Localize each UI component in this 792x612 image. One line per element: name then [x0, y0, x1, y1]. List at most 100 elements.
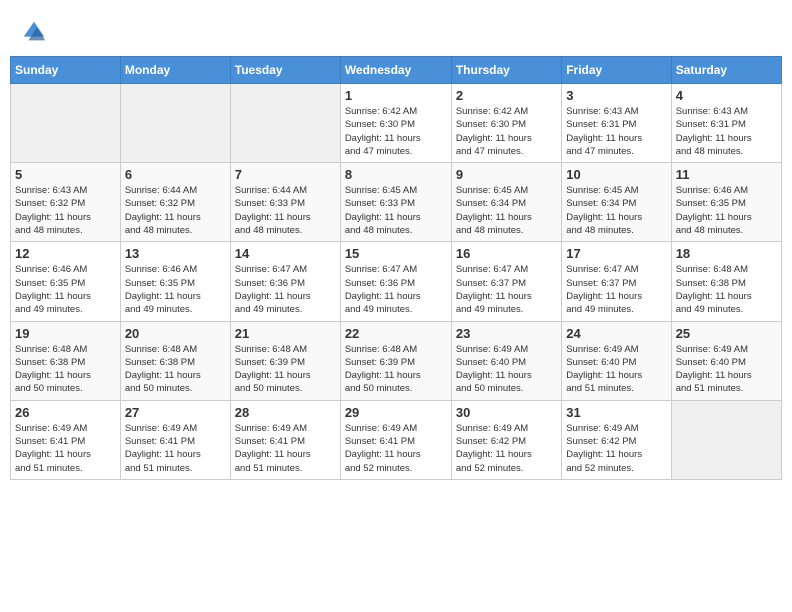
calendar-header-monday: Monday [120, 57, 230, 84]
calendar-header-thursday: Thursday [451, 57, 561, 84]
calendar-cell [11, 84, 121, 163]
calendar-header-sunday: Sunday [11, 57, 121, 84]
day-number: 27 [125, 405, 226, 420]
day-info: Sunrise: 6:47 AM Sunset: 6:37 PM Dayligh… [566, 263, 666, 316]
day-number: 2 [456, 88, 557, 103]
calendar-header-wednesday: Wednesday [340, 57, 451, 84]
calendar-cell [120, 84, 230, 163]
calendar-cell: 12 Sunrise: 6:46 AM Sunset: 6:35 PM Dayli… [11, 242, 121, 321]
calendar-cell: 22 Sunrise: 6:48 AM Sunset: 6:39 PM Dayli… [340, 321, 451, 400]
day-info: Sunrise: 6:49 AM Sunset: 6:40 PM Dayligh… [566, 343, 666, 396]
day-number: 12 [15, 246, 116, 261]
day-info: Sunrise: 6:48 AM Sunset: 6:38 PM Dayligh… [676, 263, 777, 316]
day-number: 26 [15, 405, 116, 420]
day-info: Sunrise: 6:43 AM Sunset: 6:31 PM Dayligh… [566, 105, 666, 158]
calendar-cell: 21Sunrise: 6:48 AM Sunset: 6:39 PM Dayli… [230, 321, 340, 400]
day-info: Sunrise: 6:47 AM Sunset: 6:36 PM Dayligh… [235, 263, 336, 316]
calendar-cell: 16 Sunrise: 6:47 AM Sunset: 6:37 PM Dayli… [451, 242, 561, 321]
calendar-cell: 14 Sunrise: 6:47 AM Sunset: 6:36 PM Dayli… [230, 242, 340, 321]
calendar-cell: 25Sunrise: 6:49 AM Sunset: 6:40 PM Dayli… [671, 321, 781, 400]
calendar-cell: 23 Sunrise: 6:49 AM Sunset: 6:40 PM Dayli… [451, 321, 561, 400]
day-number: 22 [345, 326, 447, 341]
calendar-cell [230, 84, 340, 163]
day-info: Sunrise: 6:49 AM Sunset: 6:41 PM Dayligh… [125, 422, 226, 475]
calendar-cell: 17 Sunrise: 6:47 AM Sunset: 6:37 PM Dayli… [562, 242, 671, 321]
day-info: Sunrise: 6:42 AM Sunset: 6:30 PM Dayligh… [456, 105, 557, 158]
day-info: Sunrise: 6:43 AM Sunset: 6:32 PM Dayligh… [15, 184, 116, 237]
day-info: Sunrise: 6:48 AM Sunset: 6:39 PM Dayligh… [235, 343, 336, 396]
calendar-cell: 26 Sunrise: 6:49 AM Sunset: 6:41 PM Dayli… [11, 400, 121, 479]
day-number: 19 [15, 326, 116, 341]
calendar-cell: 1 Sunrise: 6:42 AM Sunset: 6:30 PM Daylig… [340, 84, 451, 163]
day-info: Sunrise: 6:44 AM Sunset: 6:33 PM Dayligh… [235, 184, 336, 237]
day-number: 24 [566, 326, 666, 341]
day-info: Sunrise: 6:43 AM Sunset: 6:31 PM Dayligh… [676, 105, 777, 158]
day-info: Sunrise: 6:45 AM Sunset: 6:33 PM Dayligh… [345, 184, 447, 237]
day-info: Sunrise: 6:46 AM Sunset: 6:35 PM Dayligh… [15, 263, 116, 316]
day-number: 13 [125, 246, 226, 261]
calendar-cell: 4 Sunrise: 6:43 AM Sunset: 6:31 PM Daylig… [671, 84, 781, 163]
day-number: 20 [125, 326, 226, 341]
calendar-cell: 20Sunrise: 6:48 AM Sunset: 6:38 PM Dayli… [120, 321, 230, 400]
calendar-cell: 18 Sunrise: 6:48 AM Sunset: 6:38 PM Dayli… [671, 242, 781, 321]
calendar-week-3: 19 Sunrise: 6:48 AM Sunset: 6:38 PM Dayli… [11, 321, 782, 400]
day-info: Sunrise: 6:48 AM Sunset: 6:38 PM Dayligh… [15, 343, 116, 396]
day-info: Sunrise: 6:45 AM Sunset: 6:34 PM Dayligh… [566, 184, 666, 237]
day-info: Sunrise: 6:49 AM Sunset: 6:41 PM Dayligh… [15, 422, 116, 475]
day-number: 9 [456, 167, 557, 182]
day-info: Sunrise: 6:49 AM Sunset: 6:42 PM Dayligh… [566, 422, 666, 475]
day-number: 28 [235, 405, 336, 420]
day-info: Sunrise: 6:47 AM Sunset: 6:37 PM Dayligh… [456, 263, 557, 316]
day-info: Sunrise: 6:49 AM Sunset: 6:41 PM Dayligh… [345, 422, 447, 475]
calendar-cell: 5Sunrise: 6:43 AM Sunset: 6:32 PM Daylig… [11, 163, 121, 242]
day-number: 14 [235, 246, 336, 261]
day-number: 30 [456, 405, 557, 420]
day-info: Sunrise: 6:46 AM Sunset: 6:35 PM Dayligh… [676, 184, 777, 237]
day-number: 1 [345, 88, 447, 103]
day-info: Sunrise: 6:45 AM Sunset: 6:34 PM Dayligh… [456, 184, 557, 237]
calendar-cell: 30Sunrise: 6:49 AM Sunset: 6:42 PM Dayli… [451, 400, 561, 479]
calendar-table: SundayMondayTuesdayWednesdayThursdayFrid… [10, 56, 782, 480]
calendar-week-2: 12 Sunrise: 6:46 AM Sunset: 6:35 PM Dayli… [11, 242, 782, 321]
calendar-week-1: 5Sunrise: 6:43 AM Sunset: 6:32 PM Daylig… [11, 163, 782, 242]
day-number: 4 [676, 88, 777, 103]
day-number: 10 [566, 167, 666, 182]
calendar-week-4: 26 Sunrise: 6:49 AM Sunset: 6:41 PM Dayli… [11, 400, 782, 479]
day-number: 23 [456, 326, 557, 341]
calendar-cell: 6 Sunrise: 6:44 AM Sunset: 6:32 PM Daylig… [120, 163, 230, 242]
day-info: Sunrise: 6:46 AM Sunset: 6:35 PM Dayligh… [125, 263, 226, 316]
day-number: 31 [566, 405, 666, 420]
day-info: Sunrise: 6:44 AM Sunset: 6:32 PM Dayligh… [125, 184, 226, 237]
day-info: Sunrise: 6:49 AM Sunset: 6:40 PM Dayligh… [676, 343, 777, 396]
day-number: 17 [566, 246, 666, 261]
calendar-cell: 10 Sunrise: 6:45 AM Sunset: 6:34 PM Dayli… [562, 163, 671, 242]
day-number: 18 [676, 246, 777, 261]
calendar-header-saturday: Saturday [671, 57, 781, 84]
calendar-cell: 9 Sunrise: 6:45 AM Sunset: 6:34 PM Daylig… [451, 163, 561, 242]
day-number: 16 [456, 246, 557, 261]
calendar-cell: 15 Sunrise: 6:47 AM Sunset: 6:36 PM Dayli… [340, 242, 451, 321]
calendar-cell: 13 Sunrise: 6:46 AM Sunset: 6:35 PM Dayli… [120, 242, 230, 321]
page-header [10, 10, 782, 50]
day-number: 3 [566, 88, 666, 103]
calendar-cell: 19 Sunrise: 6:48 AM Sunset: 6:38 PM Dayli… [11, 321, 121, 400]
calendar-cell: 2 Sunrise: 6:42 AM Sunset: 6:30 PM Daylig… [451, 84, 561, 163]
calendar-cell: 8 Sunrise: 6:45 AM Sunset: 6:33 PM Daylig… [340, 163, 451, 242]
day-info: Sunrise: 6:49 AM Sunset: 6:40 PM Dayligh… [456, 343, 557, 396]
day-number: 15 [345, 246, 447, 261]
day-info: Sunrise: 6:42 AM Sunset: 6:30 PM Dayligh… [345, 105, 447, 158]
day-number: 29 [345, 405, 447, 420]
day-info: Sunrise: 6:47 AM Sunset: 6:36 PM Dayligh… [345, 263, 447, 316]
calendar-week-0: 1 Sunrise: 6:42 AM Sunset: 6:30 PM Daylig… [11, 84, 782, 163]
calendar-cell: 24 Sunrise: 6:49 AM Sunset: 6:40 PM Dayli… [562, 321, 671, 400]
day-number: 8 [345, 167, 447, 182]
calendar-cell: 28Sunrise: 6:49 AM Sunset: 6:41 PM Dayli… [230, 400, 340, 479]
logo-icon [20, 18, 48, 46]
day-number: 6 [125, 167, 226, 182]
logo [20, 18, 52, 46]
calendar-cell: 3 Sunrise: 6:43 AM Sunset: 6:31 PM Daylig… [562, 84, 671, 163]
day-info: Sunrise: 6:48 AM Sunset: 6:39 PM Dayligh… [345, 343, 447, 396]
calendar-cell: 29 Sunrise: 6:49 AM Sunset: 6:41 PM Dayli… [340, 400, 451, 479]
calendar-cell: 27 Sunrise: 6:49 AM Sunset: 6:41 PM Dayli… [120, 400, 230, 479]
calendar-cell [671, 400, 781, 479]
